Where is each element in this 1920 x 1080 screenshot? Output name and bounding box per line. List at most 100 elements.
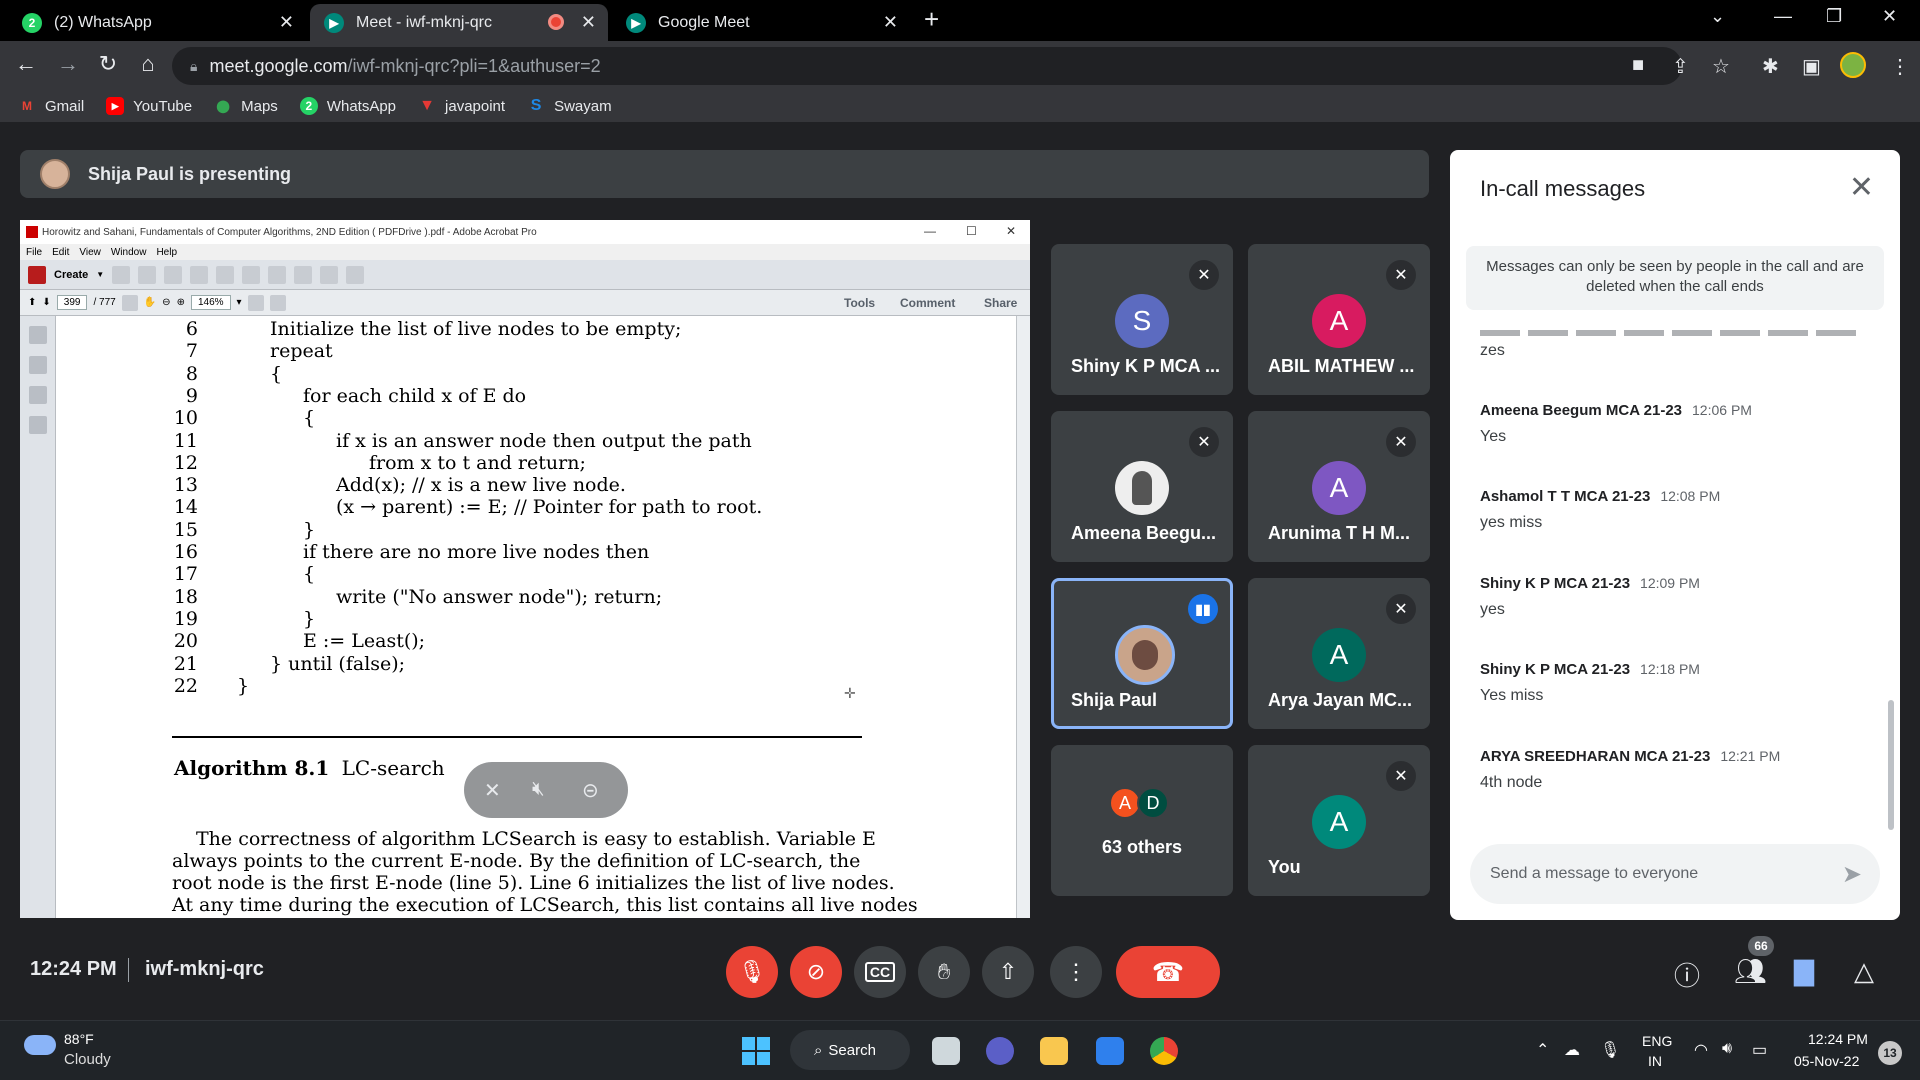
code-line-text: (x → parent) := E; // Pointer for path t… bbox=[336, 496, 763, 519]
search-label: Search bbox=[828, 1041, 876, 1059]
minimize-button[interactable]: — bbox=[1774, 6, 1792, 27]
bookmark-whatsapp[interactable]: 2 WhatsApp bbox=[299, 97, 396, 115]
bookmark-swayam[interactable]: S Swayam bbox=[527, 97, 612, 115]
swayam-icon: S bbox=[530, 97, 542, 114]
tab-google-meet[interactable]: ▶ Google Meet ✕ bbox=[612, 4, 910, 41]
bookmark-javapoint[interactable]: ▼ javapoint bbox=[418, 97, 505, 115]
chrome-icon[interactable] bbox=[1150, 1037, 1178, 1065]
volume-icon[interactable]: 🔊︎ bbox=[1722, 1040, 1732, 1058]
message-body: yes miss bbox=[1480, 514, 1543, 531]
end-call-button[interactable]: ☎︎ bbox=[1116, 946, 1220, 998]
pin-icon[interactable]: ✕ bbox=[484, 778, 501, 803]
address-bar[interactable]: 🔒︎ meet.google.com/iwf-mknj-qrc?pli=1&au… bbox=[172, 47, 1682, 85]
bookmark-label: YouTube bbox=[133, 97, 193, 115]
file-explorer-icon[interactable] bbox=[1040, 1037, 1068, 1065]
avatar bbox=[1115, 461, 1169, 515]
windows-start-button[interactable] bbox=[742, 1037, 770, 1065]
profile-avatar[interactable] bbox=[1840, 52, 1866, 78]
chat-scrollbar[interactable] bbox=[1888, 700, 1894, 830]
participant-tile-speaking[interactable]: ▮▮ Shija Paul bbox=[1051, 578, 1233, 729]
close-tab-icon[interactable]: ✕ bbox=[279, 12, 294, 33]
participant-tile[interactable]: ✕ S Shiny K P MCA ... bbox=[1051, 244, 1233, 395]
code-line-text: repeat bbox=[270, 340, 333, 363]
clock-time[interactable]: 12:24 PM bbox=[1808, 1031, 1868, 1047]
taskbar-search[interactable]: ⌕ Search bbox=[790, 1030, 910, 1070]
side-panel-icon[interactable]: ▣ bbox=[1802, 54, 1821, 79]
wifi-icon[interactable]: ◠ bbox=[1694, 1040, 1708, 1060]
algorithm-caption: Algorithm 8.1 LC-search bbox=[174, 756, 445, 780]
participant-tile[interactable]: ✕ A ABIL MATHEW ... bbox=[1248, 244, 1430, 395]
forward-icon[interactable]: → bbox=[54, 51, 82, 77]
message-sender: Shiny K P MCA 21-23 bbox=[1480, 661, 1631, 678]
clock-date: 05-Nov-22 bbox=[1794, 1053, 1860, 1069]
send-icon[interactable]: ➤ bbox=[1842, 860, 1862, 889]
mic-off-icon: ✕ bbox=[1189, 260, 1219, 290]
participant-tile[interactable]: ✕ Ameena Beegu... bbox=[1051, 411, 1233, 562]
presenter-avatar bbox=[40, 159, 70, 189]
next-page-icon: ⬇ bbox=[42, 297, 51, 308]
battery-icon[interactable]: ▭ bbox=[1752, 1040, 1767, 1060]
chat-title: In-call messages bbox=[1480, 176, 1646, 201]
captions-button[interactable]: CC bbox=[854, 946, 906, 998]
chat-message-input[interactable]: Send a message to everyone ➤ bbox=[1470, 844, 1880, 904]
present-button[interactable]: ⇧ bbox=[982, 946, 1034, 998]
remove-icon[interactable]: ⊝ bbox=[582, 778, 599, 803]
participant-tile[interactable]: ✕ A Arya Jayan MC... bbox=[1248, 578, 1430, 729]
tab-label: Meet - iwf-mknj-qrc bbox=[356, 13, 493, 31]
zoom-dropdown-icon: ▾ bbox=[236, 297, 242, 308]
chat-message: Ashamol T T MCA 21-23 12:08 PM yes miss bbox=[1480, 488, 1720, 532]
bookmark-maps[interactable]: ⬤ Maps bbox=[214, 97, 277, 115]
new-tab-button[interactable]: + bbox=[924, 4, 939, 35]
bookmark-gmail[interactable]: M Gmail bbox=[18, 97, 84, 115]
participant-tile-self[interactable]: ✕ A You bbox=[1248, 745, 1430, 896]
mail-icon[interactable] bbox=[1096, 1037, 1124, 1065]
close-window-button[interactable]: ✕ bbox=[1882, 6, 1897, 27]
close-icon[interactable]: ✕ bbox=[1849, 170, 1874, 205]
raise-hand-button[interactable]: ✋︎ bbox=[918, 946, 970, 998]
avatar: A bbox=[1312, 795, 1366, 849]
tab-search-icon[interactable]: ⌄ bbox=[1710, 6, 1725, 27]
camera-in-use-icon[interactable]: ■ bbox=[1632, 54, 1644, 77]
chat-message: Ameena Beegum MCA 21-23 12:06 PM Yes bbox=[1480, 402, 1752, 446]
menu-icon[interactable]: ⋮ bbox=[1890, 54, 1910, 79]
onedrive-icon[interactable]: ☁ bbox=[1564, 1040, 1580, 1060]
tab-meet-active[interactable]: ▶ Meet - iwf-mknj-qrc ✕ bbox=[310, 4, 608, 41]
restore-button[interactable]: ❐ bbox=[1826, 6, 1842, 27]
camera-off-button[interactable]: ⊘ bbox=[790, 946, 842, 998]
language-indicator[interactable]: ENG bbox=[1642, 1033, 1672, 1049]
people-icon[interactable]: 👥︎ bbox=[1734, 956, 1767, 987]
chat-icon[interactable]: ▇ bbox=[1794, 956, 1814, 987]
code-line-number: 16 bbox=[173, 541, 198, 563]
reload-icon[interactable]: ↻ bbox=[94, 51, 122, 77]
mic-off-icon: ✕ bbox=[1386, 594, 1416, 624]
settings-icon bbox=[216, 265, 235, 284]
bookmark-youtube[interactable]: ▶ YouTube bbox=[106, 97, 192, 115]
participant-tile[interactable]: ✕ A Arunima T H M... bbox=[1248, 411, 1430, 562]
show-hidden-icons-icon[interactable]: ⌃ bbox=[1536, 1040, 1549, 1060]
notification-badge[interactable]: 13 bbox=[1878, 1041, 1902, 1065]
share-icon[interactable]: ⇪ bbox=[1672, 54, 1689, 79]
code-line-number: 13 bbox=[173, 474, 198, 497]
whatsapp-icon: 2 bbox=[299, 97, 318, 115]
mic-off-button[interactable]: 🎙︎ bbox=[726, 946, 778, 998]
task-view-icon[interactable] bbox=[932, 1037, 960, 1065]
close-tab-icon[interactable]: ✕ bbox=[883, 12, 898, 33]
activities-icon[interactable]: △ bbox=[1854, 956, 1874, 987]
screenshare-hover-controls[interactable]: ✕ 🔇︎ ⊝ bbox=[464, 762, 628, 818]
mute-icon[interactable]: 🔇︎ bbox=[532, 778, 545, 801]
mic-off-icon: ✕ bbox=[1189, 427, 1219, 457]
teams-chat-icon[interactable] bbox=[986, 1037, 1014, 1065]
meeting-details-icon[interactable]: ⓘ bbox=[1674, 956, 1700, 993]
others-tile[interactable]: A D 63 others bbox=[1051, 745, 1233, 896]
tab-whatsapp[interactable]: 2 (2) WhatsApp ✕ bbox=[8, 4, 306, 41]
extensions-icon[interactable]: ✱ bbox=[1762, 54, 1779, 79]
home-icon[interactable]: ⌂ bbox=[134, 51, 162, 77]
microphone-icon[interactable]: 🎙︎ bbox=[1600, 1040, 1620, 1060]
bookmark-star-icon[interactable]: ☆ bbox=[1712, 54, 1730, 79]
select-tool-icon bbox=[121, 294, 138, 311]
close-tab-icon[interactable]: ✕ bbox=[581, 12, 596, 33]
more-options-button[interactable]: ⋮ bbox=[1050, 946, 1102, 998]
fit-width-icon bbox=[269, 294, 286, 311]
back-icon[interactable]: ← bbox=[12, 51, 40, 77]
message-body: yes bbox=[1480, 601, 1505, 618]
